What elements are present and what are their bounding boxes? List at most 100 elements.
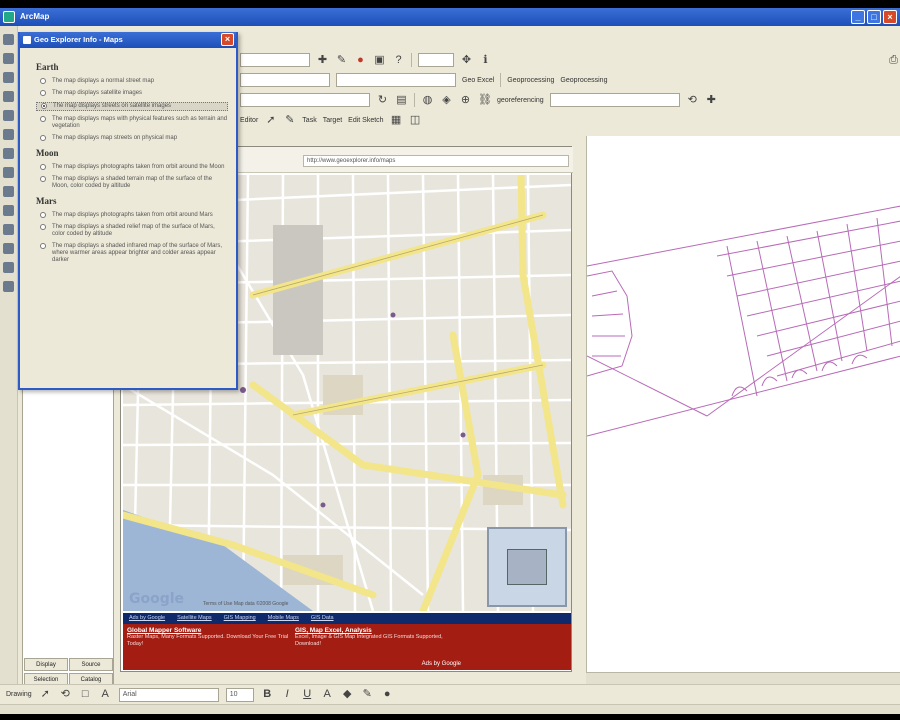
map-address-field[interactable]: http://www.geoexplorer.info/maps xyxy=(303,155,569,167)
select-elements-icon[interactable] xyxy=(3,186,14,197)
select-features-icon[interactable] xyxy=(3,167,14,178)
zoom-out-icon[interactable] xyxy=(3,53,14,64)
georeferencing-menu[interactable]: georeferencing xyxy=(497,97,544,104)
radio-button[interactable] xyxy=(41,103,47,109)
sketch-icon[interactable]: ✎ xyxy=(283,114,296,127)
tab-display[interactable]: Display xyxy=(24,658,68,671)
italic-icon[interactable]: I xyxy=(281,688,294,701)
map-type-option[interactable]: The map displays a normal street map xyxy=(36,78,228,85)
overview-map[interactable] xyxy=(487,527,567,607)
rotate-tool-icon[interactable]: ⟲ xyxy=(59,688,72,701)
ad-title[interactable]: GIS, Map Excel, Analysis xyxy=(295,627,463,634)
text-tool-icon[interactable]: A xyxy=(99,688,112,701)
google-logo[interactable]: Google xyxy=(129,591,184,607)
map-type-option[interactable]: The map displays map streets on physical… xyxy=(36,135,228,142)
radio-button[interactable] xyxy=(40,243,46,249)
link-icon[interactable]: ⛓ xyxy=(478,94,492,107)
editor-menu[interactable]: Editor xyxy=(240,117,258,124)
radio-button[interactable] xyxy=(40,224,46,230)
close-button[interactable]: × xyxy=(883,10,897,24)
ad-link[interactable]: GIS Data xyxy=(311,613,334,624)
line-color-icon[interactable]: ✎ xyxy=(361,688,374,701)
data-view-parcels[interactable] xyxy=(586,136,900,674)
drawing-menu[interactable]: Drawing xyxy=(6,691,32,698)
fixed-zoom-icon[interactable] xyxy=(3,110,14,121)
select-elements-tool-icon[interactable]: ➚ xyxy=(39,688,52,701)
globe-icon[interactable]: ◍ xyxy=(421,94,434,107)
map-type-option[interactable]: The map displays maps with physical feat… xyxy=(36,116,228,130)
add-data-icon[interactable]: ✚ xyxy=(316,54,329,67)
identify-tool-icon[interactable] xyxy=(3,205,14,216)
ad-link[interactable]: GIS Mapping xyxy=(224,613,256,624)
help-icon[interactable]: ? xyxy=(392,54,405,67)
task-combo[interactable]: Edit Sketch xyxy=(348,117,383,124)
ad-item[interactable]: Global Mapper Software Raster Maps, Many… xyxy=(127,627,295,648)
refresh-icon[interactable]: ↻ xyxy=(376,94,389,107)
map-type-option[interactable]: The map displays photographs taken from … xyxy=(36,212,228,219)
map-type-option[interactable]: The map displays a shaded infrared map o… xyxy=(36,243,228,264)
fill-color-icon[interactable]: ◆ xyxy=(341,688,354,701)
toolbar-combo-a[interactable] xyxy=(240,73,330,87)
forward-icon[interactable] xyxy=(3,148,14,159)
full-extent-icon[interactable] xyxy=(3,91,14,102)
print-icon[interactable]: ⎙ xyxy=(887,54,900,67)
ad-item[interactable]: GIS, Map Excel, Analysis Excel, Image & … xyxy=(295,627,463,648)
layer-combo[interactable] xyxy=(240,53,310,67)
map-type-option[interactable]: The map displays streets on satellite im… xyxy=(36,102,228,111)
map-type-option[interactable]: The map displays satellite images xyxy=(36,90,228,97)
underline-icon[interactable]: U xyxy=(301,688,314,701)
map-type-option[interactable]: The map displays a shaded relief map of … xyxy=(36,224,228,238)
radio-button[interactable] xyxy=(40,90,46,96)
dialog-close-button[interactable]: × xyxy=(221,33,234,46)
ads-by-google[interactable]: Ads by Google xyxy=(422,661,461,667)
ad-title[interactable]: Global Mapper Software xyxy=(127,627,295,634)
maximize-button[interactable]: □ xyxy=(867,10,881,24)
radio-button[interactable] xyxy=(40,116,46,122)
font-size-combo[interactable]: 10 xyxy=(225,687,254,702)
attributes-icon[interactable]: ▦ xyxy=(390,114,403,127)
tab-source[interactable]: Source xyxy=(69,658,113,671)
back-icon[interactable] xyxy=(3,129,14,140)
layer-icon[interactable]: ◈ xyxy=(440,94,453,107)
radio-button[interactable] xyxy=(40,78,46,84)
zoom-icon[interactable]: ⊕ xyxy=(459,94,472,107)
rotate-icon[interactable]: ⟲ xyxy=(686,94,699,107)
stop-icon[interactable]: ● xyxy=(354,54,367,67)
radio-button[interactable] xyxy=(40,212,46,218)
marker-color-icon[interactable]: ● xyxy=(381,688,394,701)
pan-tool-icon[interactable] xyxy=(3,72,14,83)
arctoolbox-icon[interactable]: ▣ xyxy=(373,54,386,67)
map-copyright[interactable]: Terms of Use Map data ©2008 Google xyxy=(203,601,288,607)
pan-icon[interactable]: ✥ xyxy=(460,54,473,67)
editor-icon[interactable]: ✎ xyxy=(335,54,348,67)
map-type-option[interactable]: The map displays a shaded terrain map of… xyxy=(36,176,228,190)
select-icon[interactable]: ▤ xyxy=(395,94,408,107)
scale-combo[interactable] xyxy=(418,53,454,67)
toolbar-combo-b[interactable] xyxy=(336,73,456,87)
geoprocessing-button[interactable]: Geoprocessing xyxy=(560,77,607,84)
rectangle-icon[interactable]: □ xyxy=(79,688,92,701)
add-point-icon[interactable]: ✚ xyxy=(705,94,718,107)
geoprocessing-menu[interactable]: Geoprocessing xyxy=(507,77,554,84)
zoom-in-icon[interactable] xyxy=(3,34,14,45)
radio-button[interactable] xyxy=(40,176,46,182)
map-type-option[interactable]: The map displays photographs taken from … xyxy=(36,164,228,171)
edit-tool-icon[interactable]: ➚ xyxy=(264,114,277,127)
minimize-button[interactable]: _ xyxy=(851,10,865,24)
font-combo[interactable]: Arial xyxy=(118,687,219,702)
sketch-props-icon[interactable]: ◫ xyxy=(409,114,422,127)
hyperlink-icon[interactable] xyxy=(3,262,14,273)
bold-icon[interactable]: B xyxy=(261,688,274,701)
radio-button[interactable] xyxy=(40,135,46,141)
geo-excel-label[interactable]: Geo Excel xyxy=(462,77,494,84)
overview-viewport[interactable] xyxy=(507,549,547,585)
measure-icon[interactable] xyxy=(3,243,14,254)
ad-link[interactable]: Mobile Maps xyxy=(268,613,299,624)
radio-button[interactable] xyxy=(40,164,46,170)
find-icon[interactable] xyxy=(3,224,14,235)
dialog-title-bar[interactable]: Geo Explorer Info - Maps × xyxy=(20,32,236,48)
ad-link[interactable]: Satellite Maps xyxy=(177,613,212,624)
font-color-icon[interactable]: A xyxy=(321,688,334,701)
magnifier-icon[interactable] xyxy=(3,281,14,292)
ad-link[interactable]: Ads by Google xyxy=(129,613,165,624)
